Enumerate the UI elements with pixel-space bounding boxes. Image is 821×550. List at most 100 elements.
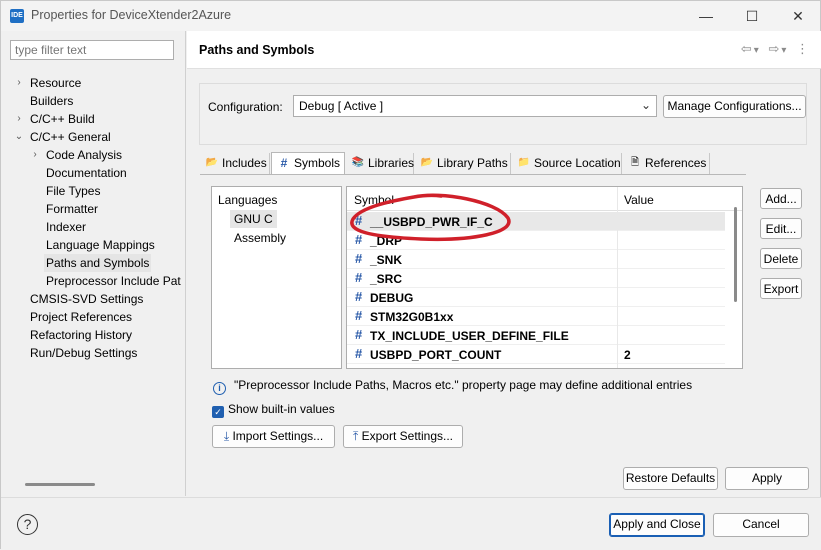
filter-input[interactable]: [10, 40, 174, 60]
tree-item-refactoring-history[interactable]: Refactoring History: [30, 326, 132, 344]
page-header: Paths and Symbols ⇦ ▾ ⇨ ▾ ⋮: [187, 31, 821, 69]
language-item-gnu-c[interactable]: GNU C: [230, 210, 277, 228]
forward-menu-chevron-icon[interactable]: ▾: [781, 45, 786, 56]
back-arrow-icon[interactable]: ⇦: [741, 41, 752, 56]
libraries-icon: 📚: [351, 157, 365, 168]
dialog-footer: ? Apply and Close Cancel: [1, 497, 821, 550]
table-vertical-scrollbar[interactable]: [734, 207, 737, 302]
restore-defaults-button[interactable]: Restore Defaults: [623, 467, 718, 490]
add-button[interactable]: Add...: [760, 188, 802, 209]
tree-horizontal-scrollbar[interactable]: [10, 478, 174, 490]
table-row[interactable]: # _SNK: [347, 250, 725, 269]
edit-button[interactable]: Edit...: [760, 218, 802, 239]
symbol-name: DEBUG: [370, 291, 414, 305]
apply-and-close-button[interactable]: Apply and Close: [609, 513, 705, 537]
table-row[interactable]: # USBPD_PORT_COUNT 2: [347, 345, 725, 364]
export-settings-button[interactable]: ⤒ Export Settings...: [343, 425, 463, 448]
tree-item-documentation[interactable]: Documentation: [46, 164, 127, 182]
delete-button[interactable]: Delete: [760, 248, 802, 269]
page-title: Paths and Symbols: [199, 43, 315, 57]
symbol-hash-icon: #: [355, 308, 363, 323]
info-message: i "Preprocessor Include Paths, Macros etc…: [213, 378, 692, 395]
tree-item-language-mappings[interactable]: Language Mappings: [46, 236, 155, 254]
tree-item-builders[interactable]: Builders: [30, 92, 73, 110]
help-icon[interactable]: ?: [17, 514, 38, 535]
forward-arrow-icon[interactable]: ⇨: [768, 41, 779, 56]
column-header-symbol[interactable]: Symbol: [354, 193, 394, 207]
configuration-select[interactable]: Debug [ Active ] ⌄: [293, 95, 657, 117]
export-icon: ⤒: [352, 429, 359, 443]
symbol-name: _DRP: [370, 234, 403, 248]
tab-references[interactable]: 🗎 References: [623, 153, 710, 174]
languages-title: Languages: [218, 193, 278, 207]
chevron-right-icon[interactable]: ›: [30, 146, 40, 164]
symbol-hash-icon: #: [355, 232, 363, 247]
properties-dialog: IDE Properties for DeviceXtender2Azure —…: [0, 0, 821, 550]
source-location-icon: 📁: [517, 157, 531, 168]
tree-item-project-references[interactable]: Project References: [30, 308, 132, 326]
tree-item-run-debug-settings[interactable]: Run/Debug Settings: [30, 344, 137, 362]
symbol-hash-icon: #: [355, 213, 363, 228]
tree-item-preprocessor-include-pat[interactable]: Preprocessor Include Pat: [46, 272, 181, 290]
column-header-value[interactable]: Value: [624, 193, 654, 207]
language-item-assembly[interactable]: Assembly: [230, 229, 290, 247]
back-menu-chevron-icon[interactable]: ▾: [754, 45, 759, 56]
page-nav-icons: ⇦ ▾ ⇨ ▾ ⋮: [735, 41, 809, 57]
table-row[interactable]: # TX_INCLUDE_USER_DEFINE_FILE: [347, 326, 725, 345]
configuration-label: Configuration:: [208, 100, 283, 114]
table-row[interactable]: # _DRP: [347, 231, 725, 250]
tab-symbols[interactable]: # Symbols: [271, 152, 345, 175]
apply-button[interactable]: Apply: [725, 467, 809, 490]
table-row[interactable]: # _SRC: [347, 269, 725, 288]
symbol-hash-icon: #: [355, 327, 363, 342]
tree-item-cmsis-svd-settings[interactable]: CMSIS-SVD Settings: [30, 290, 143, 308]
chevron-down-icon[interactable]: ⌄: [14, 128, 24, 146]
tab-library-paths[interactable]: 📂 Library Paths: [415, 153, 511, 174]
symbol-name: STM32G0B1xx: [370, 310, 454, 324]
includes-icon: 📂: [205, 157, 219, 168]
tree-item-indexer[interactable]: Indexer: [46, 218, 86, 236]
configuration-value: Debug [ Active ]: [299, 99, 384, 113]
table-row[interactable]: # __USBPD_PWR_IF_C: [347, 212, 725, 231]
show-builtin-values-row[interactable]: ✓ Show built-in values: [212, 402, 335, 418]
show-builtin-checkbox[interactable]: ✓: [212, 406, 224, 418]
import-settings-label: Import Settings...: [232, 429, 324, 443]
window-title: Properties for DeviceXtender2Azure: [31, 8, 232, 22]
info-icon: i: [213, 382, 226, 395]
tree-item-code-analysis[interactable]: Code Analysis: [46, 146, 122, 164]
symbol-hash-icon: #: [355, 251, 363, 266]
chevron-right-icon[interactable]: ›: [14, 74, 24, 92]
cancel-button[interactable]: Cancel: [713, 513, 809, 537]
tab-label: Source Location: [534, 156, 621, 170]
tree-item-resource[interactable]: Resource: [30, 74, 81, 92]
more-options-icon[interactable]: ⋮: [796, 41, 809, 56]
manage-configurations-button[interactable]: Manage Configurations...: [663, 95, 806, 118]
column-divider: [617, 187, 618, 368]
table-row[interactable]: # STM32G0B1xx: [347, 307, 725, 326]
tab-source-location[interactable]: 📁 Source Location: [512, 153, 622, 174]
import-settings-button[interactable]: ⤓ Import Settings...: [212, 425, 335, 448]
symbol-name: TX_INCLUDE_USER_DEFINE_FILE: [370, 329, 569, 343]
tree-item-c-c-general[interactable]: C/C++ General: [30, 128, 111, 146]
tree-item-file-types[interactable]: File Types: [46, 182, 100, 200]
close-button[interactable]: ✕: [775, 1, 821, 31]
tree-item-formatter[interactable]: Formatter: [46, 200, 98, 218]
title-bar: IDE Properties for DeviceXtender2Azure —…: [1, 1, 820, 31]
table-row[interactable]: # DEBUG: [347, 288, 725, 307]
minimize-button[interactable]: —: [683, 1, 729, 31]
maximize-button[interactable]: ☐: [729, 1, 775, 31]
tab-label: Library Paths: [437, 156, 508, 170]
tab-label: Libraries: [368, 156, 415, 170]
tab-libraries[interactable]: 📚 Libraries: [346, 153, 414, 174]
tree-item-c-c-build[interactable]: C/C++ Build: [30, 110, 95, 128]
symbol-name: __USBPD_PWR_IF_C: [370, 215, 493, 229]
symbol-hash-icon: #: [355, 289, 363, 304]
tab-includes[interactable]: 📂 Includes: [200, 153, 270, 174]
table-header: Symbol Value: [347, 187, 742, 211]
tab-panel-border: [200, 174, 746, 175]
chevron-right-icon[interactable]: ›: [14, 110, 24, 128]
info-text: "Preprocessor Include Paths, Macros etc.…: [234, 378, 693, 392]
export-button[interactable]: Export: [760, 278, 802, 299]
tree-item-paths-and-symbols[interactable]: Paths and Symbols: [44, 254, 152, 272]
scrollbar-thumb[interactable]: [25, 483, 95, 486]
